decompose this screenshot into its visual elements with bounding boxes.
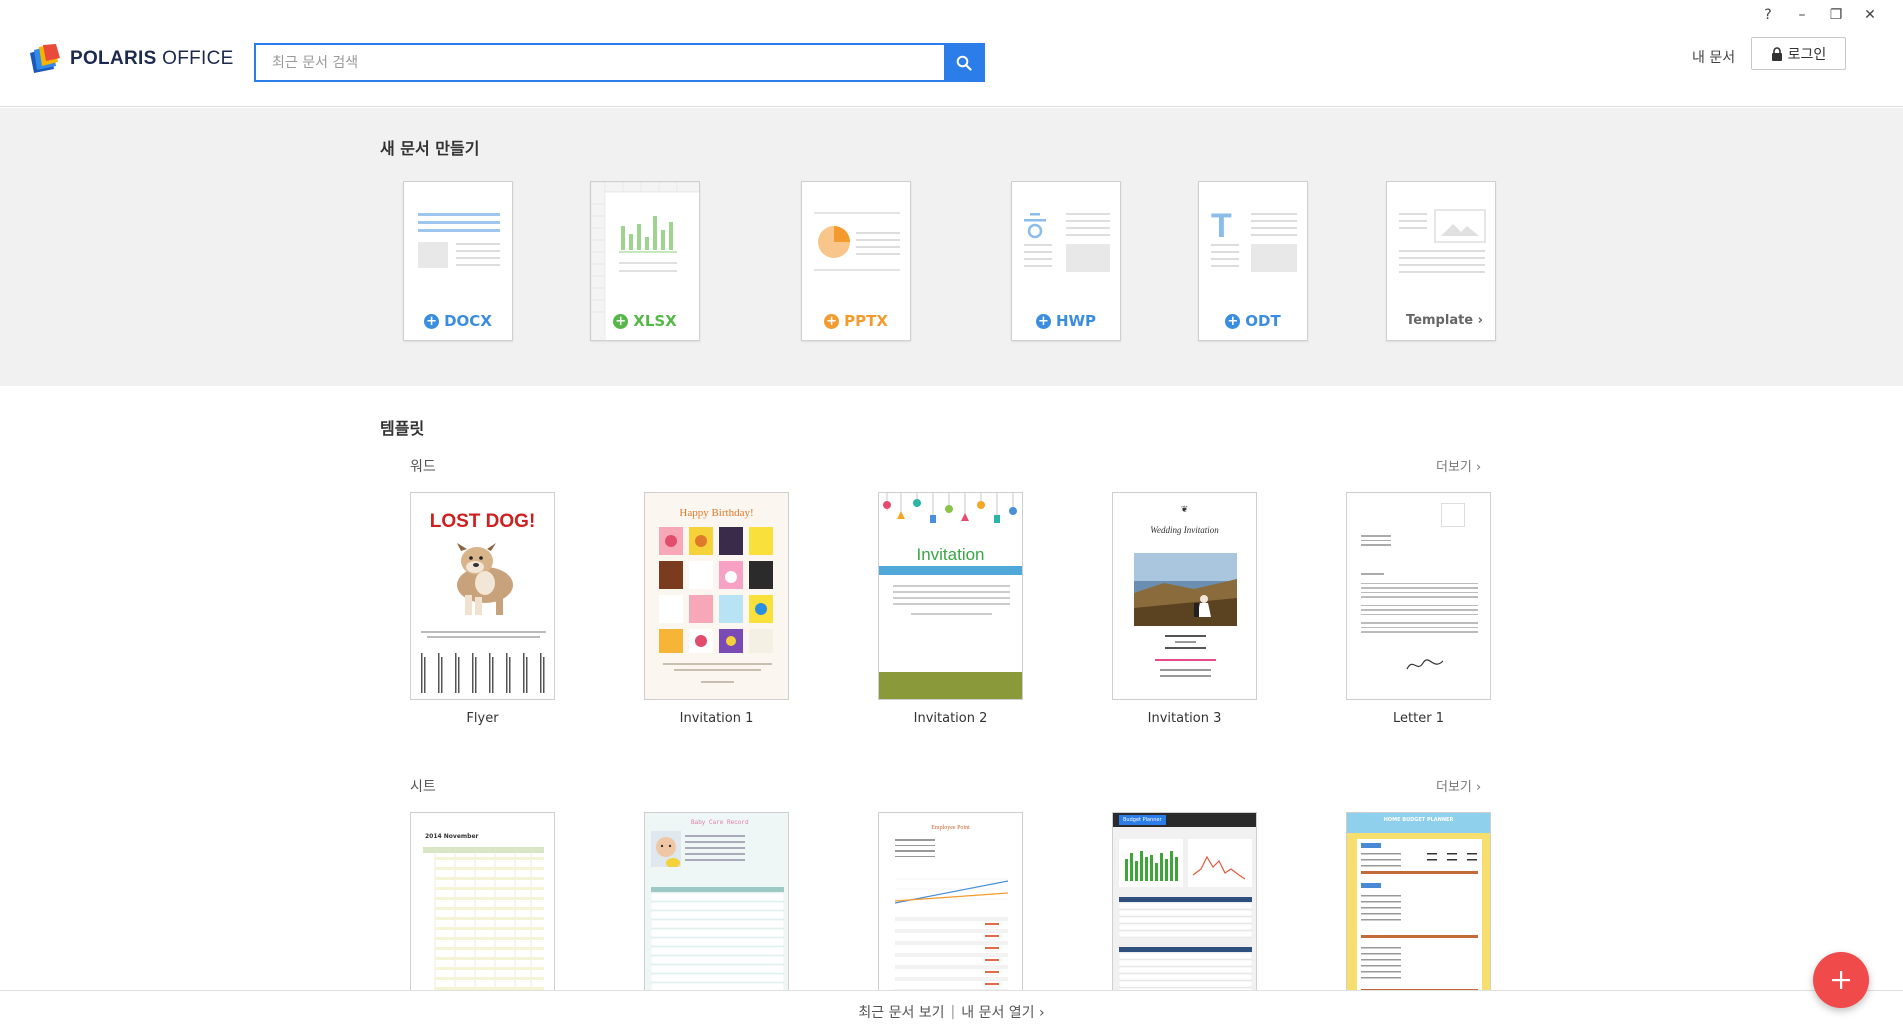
recent-documents-link[interactable]: 최근 문서 보기 [858, 1002, 944, 1022]
baby-photo-image [651, 831, 681, 867]
point-table [895, 917, 1008, 990]
bottom-separator: | [950, 1004, 956, 1020]
template-label: Template › [1406, 313, 1483, 328]
calendar-grid [423, 847, 544, 990]
restore-icon[interactable]: ❐ [1829, 6, 1843, 24]
template-name-flyer: Flyer [466, 711, 499, 726]
new-document-title: 새 문서 만들기 [380, 139, 480, 158]
add-icon: + [824, 313, 840, 329]
xlsx-label: XLSX [633, 312, 677, 330]
template-flyer[interactable]: LOST DOG! [410, 492, 555, 700]
sheet1-heading: 2014 November [425, 833, 479, 840]
sheet-more-link[interactable]: 더보기 › [1436, 776, 1481, 795]
template-icon [1399, 209, 1486, 273]
new-document-section: 새 문서 만들기 + DOCX + XLSX + PPTX + HWP T + … [0, 108, 1903, 386]
template-card[interactable]: Template › [1386, 181, 1496, 341]
signature-icon [1406, 659, 1444, 670]
invitation2-heading: Invitation [916, 545, 985, 564]
odt-label: ODT [1245, 312, 1281, 330]
template-sheet-calendar[interactable]: 2014 November [410, 812, 555, 990]
help-icon[interactable]: ? [1761, 6, 1775, 24]
new-hwp-card[interactable]: + HWP [1011, 181, 1121, 341]
record-table [651, 887, 784, 990]
template-invitation-2[interactable]: Invitation [878, 492, 1023, 700]
lock-icon [1771, 46, 1782, 61]
add-icon: + [1035, 313, 1051, 329]
docx-label: DOCX [444, 312, 492, 330]
svg-text:T: T [1211, 207, 1232, 245]
line-chart-image [895, 878, 1008, 904]
close-icon[interactable]: ✕ [1863, 6, 1877, 24]
logo-text-light: OFFICE [162, 48, 234, 69]
app-logo[interactable]: POLARIS OFFICE [28, 44, 234, 74]
sheet4-heading: Budget Planner [1119, 815, 1166, 825]
sheet-templates-title: 시트 [410, 779, 436, 795]
pptx-presentation-icon [814, 212, 900, 271]
new-xlsx-card[interactable]: + XLSX [590, 181, 700, 341]
wedding-photo-image [1134, 553, 1237, 626]
templates-section: 템플릿 워드 더보기 › LOST DOG! Flyer Happy Birth… [0, 386, 1903, 990]
new-pptx-card[interactable]: + PPTX [801, 181, 911, 341]
search-bar [254, 43, 985, 82]
template-name-invitation-1: Invitation 1 [679, 711, 754, 726]
template-name-invitation-2: Invitation 2 [913, 711, 988, 726]
budget-table [1119, 897, 1252, 990]
dog-illustration-icon [457, 543, 513, 615]
sheet2-heading: Baby Care Record [691, 819, 749, 826]
pptx-label: PPTX [844, 312, 888, 330]
polaris-logo-icon [30, 44, 60, 73]
templates-title: 템플릿 [380, 419, 425, 438]
my-documents-link[interactable]: 내 문서 [1692, 47, 1735, 67]
budget-charts-image [1119, 839, 1252, 887]
search-input[interactable] [256, 45, 944, 80]
sheet3-heading: Employee Point [931, 825, 970, 831]
add-icon: + [424, 313, 440, 329]
logo-text-bold: POLARIS [70, 48, 157, 69]
flyer-heading: LOST DOG! [429, 511, 536, 532]
minimize-icon[interactable]: – [1795, 6, 1809, 24]
app-header: ? – ❐ ✕ POLARIS OFFICE 내 문서 로그인 [0, 0, 1903, 107]
invitation3-heading: Wedding Invitation [1150, 525, 1219, 535]
template-name-letter-1: Letter 1 [1393, 711, 1444, 726]
new-odt-card[interactable]: T + ODT [1198, 181, 1308, 341]
home-budget-table [1357, 839, 1482, 990]
invitation1-heading: Happy Birthday! [679, 507, 754, 519]
bottom-bar: 최근 문서 보기 | 내 문서 열기 › [0, 990, 1903, 1033]
birthday-cards-grid [659, 527, 773, 653]
template-name-invitation-3: Invitation 3 [1147, 711, 1222, 726]
sheet5-heading: HOME BUDGET PLANNER [1383, 817, 1454, 823]
template-invitation-3[interactable]: ❦ Wedding Invitation [1112, 492, 1257, 700]
template-sheet-baby-care[interactable]: Baby Care Record [644, 812, 789, 990]
hwp-document-icon [1024, 213, 1110, 272]
template-letter-1[interactable] [1346, 492, 1491, 700]
add-floating-button[interactable] [1813, 952, 1869, 1008]
search-icon [956, 55, 972, 71]
login-label: 로그인 [1787, 46, 1827, 63]
window-controls: ? – ❐ ✕ [1761, 6, 1877, 24]
word-templates-title: 워드 [410, 459, 436, 475]
hanging-ornaments-icon [883, 493, 1017, 523]
search-button[interactable] [944, 45, 983, 80]
template-sheet-employee-point[interactable]: Employee Point [878, 812, 1023, 990]
word-more-link[interactable]: 더보기 › [1436, 456, 1481, 475]
open-my-documents-link[interactable]: 내 문서 열기 › [961, 1002, 1044, 1022]
plus-icon [1832, 971, 1850, 989]
hwp-label: HWP [1055, 312, 1097, 330]
new-docx-card[interactable]: + DOCX [403, 181, 513, 341]
tear-off-tabs [421, 653, 545, 693]
docx-document-icon [418, 213, 500, 268]
template-sheet-budget-planner[interactable]: Budget Planner [1112, 812, 1257, 990]
add-icon: + [1225, 313, 1241, 329]
odt-document-icon: T [1211, 207, 1297, 272]
add-icon: + [613, 313, 629, 329]
template-invitation-1[interactable]: Happy Birthday! [644, 492, 789, 700]
template-sheet-home-budget[interactable]: HOME BUDGET PLANNER [1346, 812, 1491, 990]
login-button[interactable]: 로그인 [1751, 37, 1846, 70]
